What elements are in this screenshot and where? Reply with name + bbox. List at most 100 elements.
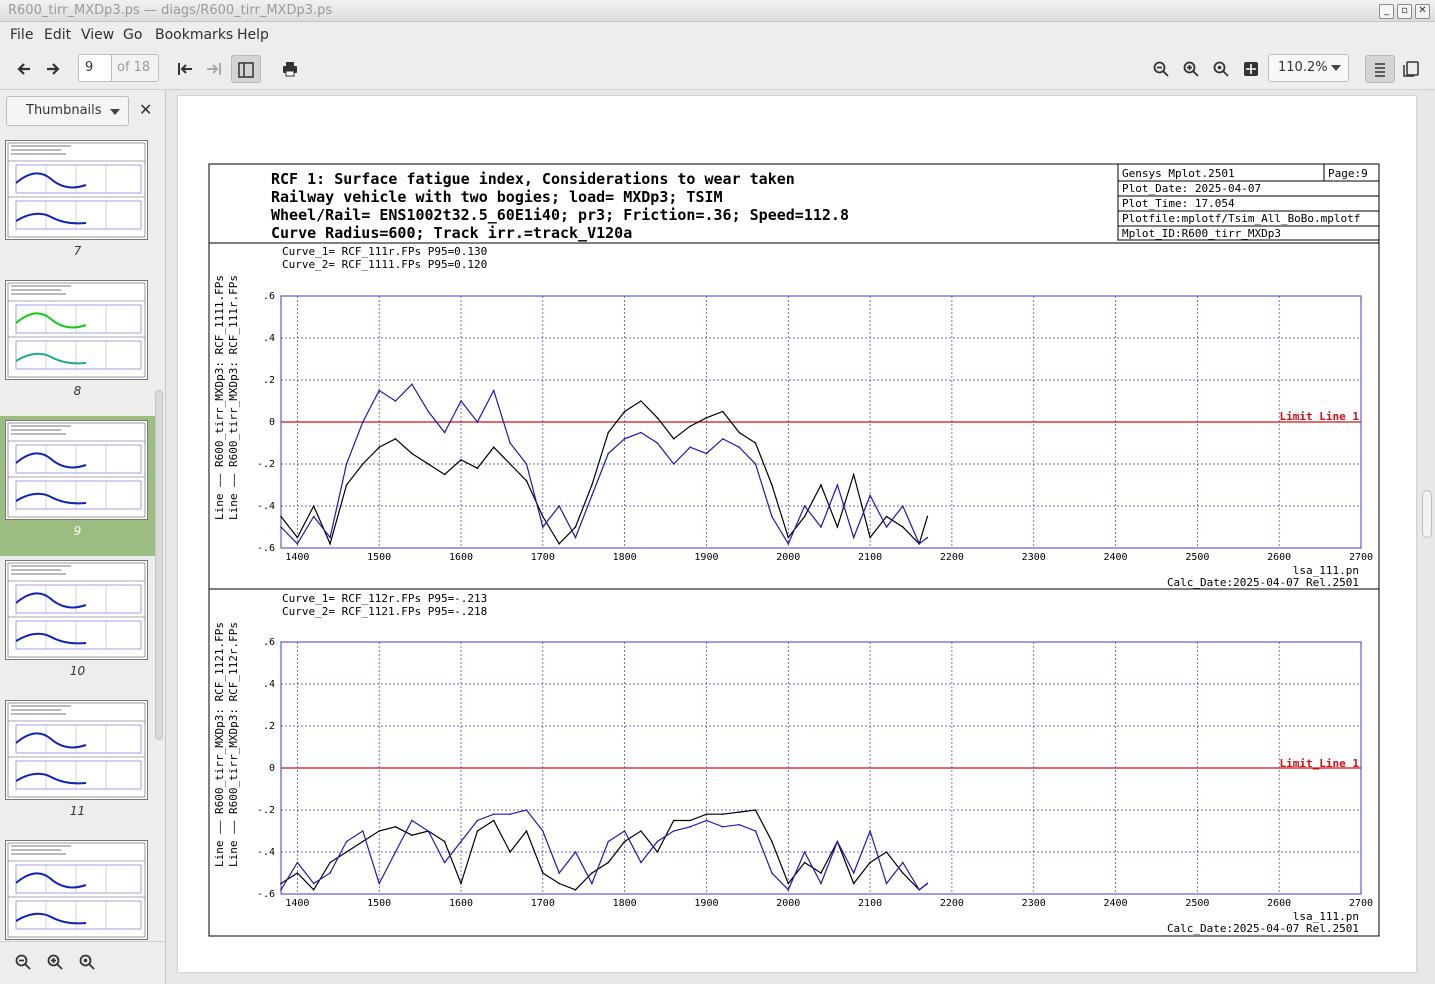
thumbnail-page[interactable]: 7 [0, 136, 155, 276]
data-point [329, 536, 331, 539]
zoom-select[interactable]: 110.2% [1268, 54, 1349, 82]
data-point [329, 872, 331, 874]
forward-arrow-icon[interactable] [39, 55, 67, 83]
close-sidebar-icon[interactable]: ✕ [139, 100, 152, 119]
data-point [492, 819, 495, 822]
data-point [820, 484, 822, 486]
data-point [705, 417, 708, 419]
chevron-down-icon [1331, 65, 1341, 71]
data-point [820, 882, 822, 885]
data-point [443, 861, 446, 864]
close-window-button[interactable]: ✕ [1415, 4, 1430, 19]
thumb-zoom-fit-icon[interactable] [79, 954, 95, 974]
best-fit-icon[interactable] [1237, 55, 1265, 83]
panel-1-text: Curve_1= RCF_111r.FPs P95=0.130 Curve_2=… [213, 245, 1359, 589]
x-tick-label: 1400 [285, 898, 309, 909]
data-point [820, 526, 822, 528]
window-titlebar: R600_tirr_MXDp3.ps — diags/R600_tirr_MXD… [0, 0, 1435, 22]
data-point [705, 813, 708, 815]
data-point [558, 882, 560, 885]
data-point [689, 446, 691, 449]
thumbnail-page[interactable]: 9 [0, 416, 155, 556]
thumb-zoom-in-icon[interactable] [47, 954, 63, 974]
document-scrollbar[interactable] [1422, 490, 1432, 538]
thumbnail-image [5, 140, 148, 240]
minimize-button[interactable]: _ [1379, 4, 1394, 19]
data-point [803, 861, 806, 864]
data-point [672, 819, 675, 822]
sheet-border [208, 163, 1380, 937]
go-back-history-icon[interactable] [171, 55, 199, 83]
data-point [869, 536, 871, 539]
sidebar-toggle-icon[interactable] [231, 55, 261, 83]
panel-2-text: Curve_1= RCF_112r.FPs P95=-.213 Curve_2=… [213, 592, 1359, 935]
menu-view[interactable]: View [81, 27, 114, 43]
data-point [836, 840, 839, 843]
menu-bookmarks[interactable]: Bookmarks [155, 27, 233, 43]
back-arrow-icon[interactable] [10, 55, 38, 83]
menu-edit[interactable]: Edit [44, 27, 71, 43]
data-point [738, 811, 740, 813]
zoom-out-icon[interactable] [1147, 55, 1175, 83]
thumbnail-page[interactable] [0, 836, 155, 941]
panel-2-curve-1: Curve_1= RCF_112r.FPs P95=-.213 [282, 592, 487, 605]
data-point [607, 840, 610, 843]
thumb-zoom-out-icon[interactable] [15, 954, 31, 974]
data-point [509, 813, 511, 815]
document-view[interactable]: RCF 1: Surface fatigue index, Considerat… [166, 90, 1435, 984]
data-point [722, 410, 724, 413]
info-plot-time: Plot_Time: 17.054 [1122, 197, 1235, 210]
x-tick-label: 2400 [1103, 898, 1127, 909]
data-point [754, 830, 757, 832]
zoom-fit-icon[interactable] [1207, 55, 1235, 83]
data-point [427, 830, 430, 832]
thumbnail-page[interactable]: 11 [0, 696, 155, 836]
data-point [722, 826, 724, 828]
thumbnail-page[interactable]: 10 [0, 556, 155, 696]
data-point [411, 452, 413, 455]
go-forward-history-icon[interactable] [200, 55, 228, 83]
data-point [607, 861, 610, 864]
print-icon[interactable] [276, 55, 304, 83]
page-number-input[interactable]: 9 [78, 54, 112, 82]
thumbnail-page[interactable]: 8 [0, 276, 155, 416]
data-point [787, 882, 790, 885]
pdf-page: RCF 1: Surface fatigue index, Considerat… [178, 96, 1416, 972]
y-tick-label: 0 [269, 763, 275, 774]
data-point [623, 830, 626, 832]
data-point [525, 463, 528, 465]
data-point [460, 840, 462, 843]
data-point [362, 830, 364, 832]
dual-page-icon[interactable] [1397, 55, 1425, 83]
x-tick-label: 2700 [1349, 898, 1373, 909]
data-point [443, 840, 446, 843]
sidebar-scrollbar[interactable] [155, 390, 163, 740]
data-point [525, 830, 528, 832]
zoom-in-icon[interactable] [1177, 55, 1205, 83]
data-point [476, 830, 479, 832]
menu-go[interactable]: Go [123, 27, 142, 43]
maximize-button[interactable]: ▫ [1397, 4, 1412, 19]
data-point [312, 505, 315, 507]
menu-help[interactable]: Help [237, 27, 269, 43]
continuous-view-icon[interactable] [1365, 55, 1395, 83]
data-point [492, 389, 495, 392]
data-point [705, 819, 708, 822]
panel-1-curve-2: Curve_2= RCF_1111.FPs P95=0.120 [282, 258, 487, 271]
data-point [640, 830, 642, 832]
sidebar-mode-select[interactable]: Thumbnails [6, 96, 129, 126]
data-point [525, 480, 528, 482]
data-point [623, 840, 626, 843]
data-point [705, 452, 708, 455]
panel-1-plot: 1400 1500 1600 1700 1800 1900 2000 2100 2200 2300… [257, 291, 1373, 563]
data-point [689, 819, 691, 822]
panel-1-ylabel-2: Line —— R600_tirr_MXDp3: RCF_111r.FPs [227, 275, 240, 520]
x-tick-label: 1400 [285, 552, 309, 563]
x-tick-label: 2000 [776, 898, 800, 909]
title-line-3: Wheel/Rail= ENS1002t32.5_60E1i40; pr3; F… [271, 206, 849, 224]
x-tick-label: 1800 [613, 898, 637, 909]
data-point [378, 446, 380, 449]
menu-file[interactable]: File [10, 27, 33, 43]
thumbnail-image [5, 700, 148, 800]
data-point [542, 526, 544, 528]
